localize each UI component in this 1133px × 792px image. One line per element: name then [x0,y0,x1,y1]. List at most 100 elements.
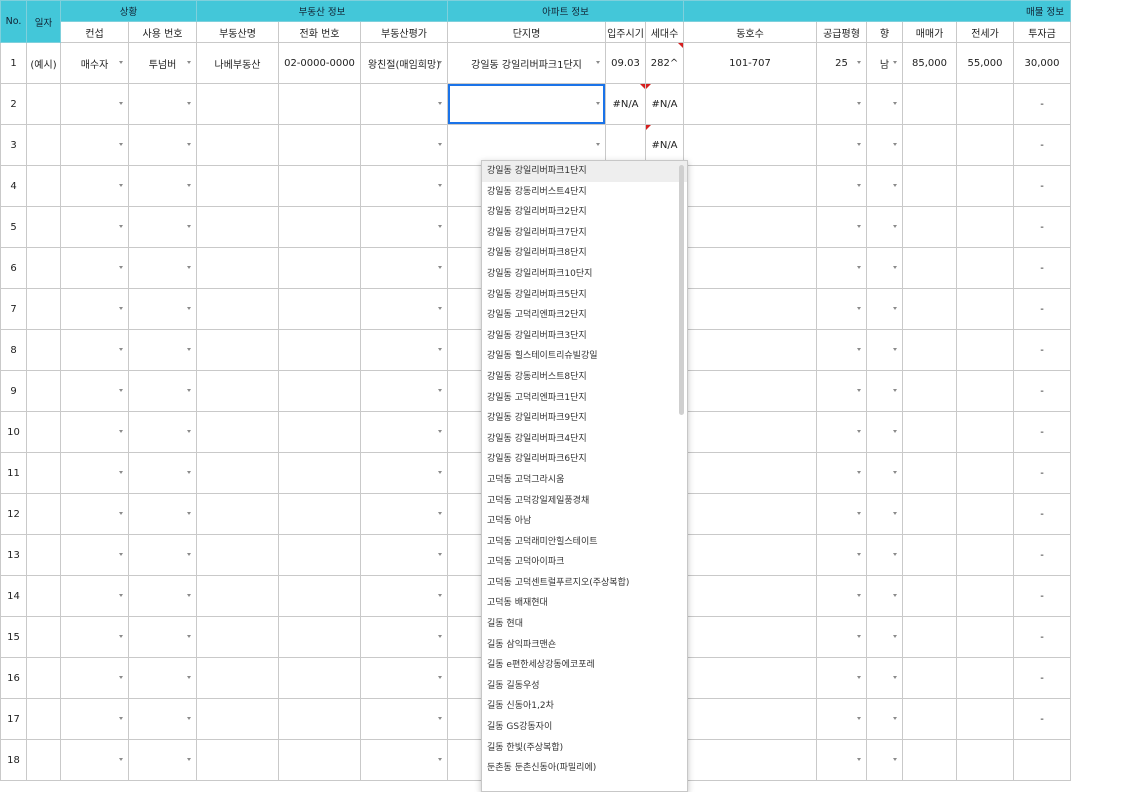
chevron-down-icon[interactable] [857,143,861,146]
date-cell[interactable] [26,83,61,125]
investment-cell[interactable]: - [1013,575,1071,617]
agency-name-cell[interactable] [196,165,279,207]
households-cell[interactable]: 282^ [645,42,684,84]
chevron-down-icon[interactable] [438,184,442,187]
agency-name-cell[interactable] [196,534,279,576]
header-complex-name[interactable]: 단지명 [447,21,606,43]
supply-area-dropdown-cell[interactable] [816,616,867,658]
chevron-down-icon[interactable] [187,266,191,269]
header-direction[interactable]: 향 [866,21,903,43]
direction-dropdown-cell[interactable] [866,698,903,740]
chevron-down-icon[interactable] [893,635,897,638]
jeonse-price-cell[interactable] [956,657,1014,699]
date-cell[interactable] [26,370,61,412]
group-header-status[interactable]: 상황 [60,0,197,22]
phone-cell[interactable] [278,657,361,699]
chevron-down-icon[interactable] [857,307,861,310]
agency-rating-dropdown-cell[interactable] [360,165,448,207]
unit-cell[interactable] [683,534,817,576]
phone-cell[interactable] [278,575,361,617]
chevron-down-icon[interactable] [893,143,897,146]
agency-rating-dropdown-cell[interactable] [360,575,448,617]
date-cell[interactable] [26,698,61,740]
phone-cell[interactable] [278,616,361,658]
supply-area-dropdown-cell[interactable] [816,124,867,166]
investment-cell[interactable]: - [1013,534,1071,576]
row-number-cell[interactable]: 15 [0,616,27,658]
sale-price-cell[interactable] [902,616,957,658]
date-cell[interactable] [26,247,61,289]
sale-price-cell[interactable] [902,657,957,699]
row-number-cell[interactable]: 16 [0,657,27,699]
consult-dropdown-cell[interactable] [60,411,129,453]
header-usage-no[interactable]: 사용 번호 [128,21,197,43]
usage-dropdown-cell[interactable] [128,698,197,740]
sale-price-cell[interactable] [902,739,957,781]
date-cell[interactable] [26,616,61,658]
unit-cell[interactable] [683,329,817,371]
investment-cell[interactable]: - [1013,616,1071,658]
row-number-cell[interactable]: 9 [0,370,27,412]
date-cell[interactable] [26,657,61,699]
unit-cell[interactable] [683,411,817,453]
sale-price-cell[interactable] [902,329,957,371]
header-no[interactable]: No. [0,0,27,43]
agency-name-cell[interactable] [196,411,279,453]
agency-rating-dropdown-cell[interactable] [360,288,448,330]
investment-cell[interactable]: - [1013,206,1071,248]
dropdown-option[interactable]: 강일동 강일리버파크1단지 [482,161,687,182]
row-number-cell[interactable]: 6 [0,247,27,289]
chevron-down-icon[interactable] [893,225,897,228]
dropdown-scrollbar[interactable] [679,165,684,415]
chevron-down-icon[interactable] [857,389,861,392]
date-cell[interactable]: (예시) [26,42,61,84]
dropdown-option[interactable]: 길동 현대 [482,614,687,635]
supply-area-dropdown-cell[interactable] [816,493,867,535]
chevron-down-icon[interactable] [857,594,861,597]
agency-rating-dropdown-cell[interactable] [360,616,448,658]
consult-dropdown-cell[interactable] [60,493,129,535]
supply-area-dropdown-cell[interactable] [816,534,867,576]
phone-cell[interactable] [278,206,361,248]
date-cell[interactable] [26,288,61,330]
usage-dropdown-cell[interactable] [128,83,197,125]
consult-dropdown-cell[interactable]: 매수자 [60,42,129,84]
direction-dropdown-cell[interactable] [866,288,903,330]
jeonse-price-cell[interactable] [956,83,1014,125]
row-number-cell[interactable]: 11 [0,452,27,494]
move-in-cell[interactable]: #N/A [605,83,646,125]
investment-cell[interactable]: - [1013,452,1071,494]
agency-rating-dropdown-cell[interactable] [360,698,448,740]
investment-cell[interactable]: - [1013,329,1071,371]
chevron-down-icon[interactable] [187,717,191,720]
chevron-down-icon[interactable] [857,348,861,351]
agency-rating-dropdown-cell[interactable] [360,534,448,576]
supply-area-dropdown-cell[interactable] [816,657,867,699]
chevron-down-icon[interactable] [187,430,191,433]
chevron-down-icon[interactable] [857,553,861,556]
chevron-down-icon[interactable] [187,594,191,597]
row-number-cell[interactable]: 10 [0,411,27,453]
unit-cell[interactable] [683,575,817,617]
agency-rating-dropdown-cell[interactable]: 왕친절(매임희망) [360,42,448,84]
chevron-down-icon[interactable] [857,676,861,679]
direction-dropdown-cell[interactable] [866,329,903,371]
chevron-down-icon[interactable] [893,717,897,720]
investment-cell[interactable]: - [1013,83,1071,125]
header-jeonse-price[interactable]: 전세가 [956,21,1014,43]
date-cell[interactable] [26,329,61,371]
dropdown-option[interactable]: 강일동 강일리버파크2단지 [482,202,687,223]
phone-cell[interactable] [278,124,361,166]
chevron-down-icon[interactable] [187,635,191,638]
consult-dropdown-cell[interactable] [60,616,129,658]
jeonse-price-cell[interactable] [956,616,1014,658]
chevron-down-icon[interactable] [893,389,897,392]
group-header-listing[interactable]: 매물 정보 [683,0,1071,22]
group-header-apartment[interactable]: 아파트 정보 [447,0,684,22]
header-investment[interactable]: 투자금 [1013,21,1071,43]
complex-name-dropdown-cell[interactable]: 강일동 강일리버파크1단지 [447,42,606,84]
chevron-down-icon[interactable] [857,266,861,269]
direction-dropdown-cell[interactable] [866,575,903,617]
dropdown-option[interactable]: 강일동 강동리버스트4단지 [482,182,687,203]
phone-cell[interactable] [278,534,361,576]
